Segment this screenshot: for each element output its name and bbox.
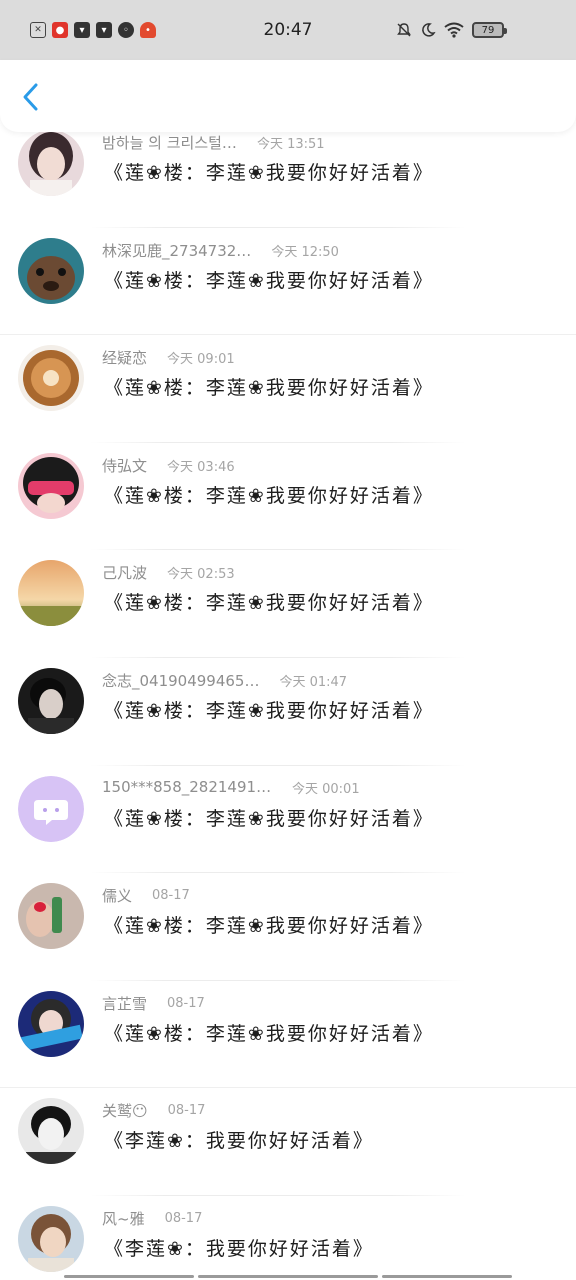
list-item[interactable]: 言芷雪 08-17 《莲❀楼：李莲❀我要你好好活着》 [0, 981, 576, 1089]
chevron-left-icon [23, 83, 38, 111]
home-indicator [382, 1275, 512, 1278]
list-item[interactable]: 밤하늘 의 크리스털… 今天 13:51 《莲❀楼：李莲❀我要你好好活着》 [0, 120, 576, 228]
timestamp: 今天 09:01 [167, 352, 235, 368]
notification-icon: ▾ [96, 22, 112, 38]
wifi-icon [444, 22, 464, 38]
message-preview: 《莲❀楼：李莲❀我要你好好活着》 [104, 484, 434, 507]
list-item[interactable]: 己凡波 今天 02:53 《莲❀楼：李莲❀我要你好好活着》 [0, 550, 576, 658]
avatar[interactable] [18, 990, 84, 1057]
sender-name: 风~雅 [102, 1209, 145, 1228]
avatar[interactable] [18, 130, 84, 196]
list-item[interactable]: 林深见鹿_2734732… 今天 12:50 《莲❀楼：李莲❀我要你好好活着》 [0, 228, 576, 336]
message-preview: 《李莲❀：我要你好好活着》 [104, 1130, 374, 1153]
sender-name: 儒义 [102, 887, 133, 906]
status-bar: ✕ ● ▾ ▾ ◦ • 20:47 79 [0, 0, 576, 60]
avatar[interactable] [18, 345, 84, 412]
sim-icon: ✕ [30, 22, 46, 38]
timestamp: 08-17 [167, 995, 205, 1011]
avatar[interactable] [18, 1205, 84, 1272]
list-item[interactable]: 经疑恋 今天 09:01 《莲❀楼：李莲❀我要你好好活着》 [0, 335, 576, 443]
message-preview: 《莲❀楼：李莲❀我要你好好活着》 [104, 592, 434, 615]
sender-name: 150***858_2821491795 [102, 778, 272, 797]
timestamp: 今天 02:53 [167, 567, 235, 583]
timestamp: 今天 01:47 [279, 674, 348, 690]
list-item[interactable]: 儒义 08-17 《莲❀楼：李莲❀我要你好好活着》 [0, 873, 576, 981]
back-button[interactable] [14, 80, 48, 114]
header [0, 60, 576, 132]
timestamp: 今天 12:50 [271, 244, 339, 260]
avatar[interactable] [18, 883, 84, 950]
mute-icon [397, 23, 411, 37]
list-item[interactable]: 风~雅 08-17 《李莲❀：我要你好好活着》 [0, 1196, 576, 1280]
message-preview: 《莲❀楼：李莲❀我要你好好活着》 [104, 1022, 434, 1045]
sender-name: 言芷雪 [102, 994, 148, 1013]
message-preview: 《莲❀楼：李莲❀我要你好好活着》 [104, 162, 434, 184]
sender-name: 关鹫😶 [102, 1102, 148, 1121]
message-list: 밤하늘 의 크리스털… 今天 13:51 《莲❀楼：李莲❀我要你好好活着》 林深… [0, 120, 576, 1280]
timestamp: 08-17 [164, 1210, 203, 1226]
sender-name: 밤하늘 의 크리스털… [102, 134, 237, 152]
avatar[interactable] [18, 667, 84, 734]
battery-level: 79 [481, 24, 495, 36]
avatar[interactable] [18, 775, 84, 842]
list-item[interactable]: 侍弘文 今天 03:46 《莲❀楼：李莲❀我要你好好活着》 [0, 443, 576, 551]
wechat-icon: ◦ [118, 22, 134, 38]
app-icon: • [140, 22, 156, 38]
app-icon: ● [52, 22, 68, 38]
timestamp: 今天 00:01 [292, 781, 360, 797]
moon-icon [422, 23, 436, 37]
avatar[interactable] [18, 1098, 84, 1165]
status-left-icons: ✕ ● ▾ ▾ ◦ • [30, 22, 156, 38]
notification-icon: ▾ [74, 22, 90, 38]
home-indicator [198, 1275, 378, 1278]
sender-name: 侍弘文 [102, 456, 148, 475]
battery-icon: 79 [472, 22, 507, 38]
status-right-icons: 79 [396, 0, 507, 60]
message-preview: 《莲❀楼：李莲❀我要你好好活着》 [104, 915, 434, 938]
message-preview: 《莲❀楼：李莲❀我要你好好活着》 [104, 699, 434, 722]
home-indicator [64, 1275, 194, 1278]
avatar[interactable] [18, 237, 84, 304]
message-preview: 《莲❀楼：李莲❀我要你好好活着》 [104, 377, 434, 400]
avatar[interactable] [18, 560, 84, 627]
message-preview: 《莲❀楼：李莲❀我要你好好活着》 [104, 807, 434, 830]
sender-name: 林深见鹿_2734732… [102, 241, 252, 260]
message-preview: 《李莲❀：我要你好好活着》 [104, 1237, 374, 1260]
sender-name: 经疑恋 [102, 349, 148, 368]
timestamp: 今天 13:51 [256, 137, 325, 152]
avatar[interactable] [18, 452, 84, 519]
sender-name: 念志_04190499465… [102, 671, 260, 690]
list-item[interactable]: 150***858_2821491795 今天 00:01 《莲❀楼：李莲❀我要… [0, 766, 576, 874]
timestamp: 08-17 [167, 1103, 206, 1119]
list-item[interactable]: 关鹫😶 08-17 《李莲❀：我要你好好活着》 [0, 1088, 576, 1196]
timestamp: 08-17 [152, 888, 190, 904]
timestamp: 今天 03:46 [167, 459, 235, 475]
list-item[interactable]: 念志_04190499465… 今天 01:47 《莲❀楼：李莲❀我要你好好活着… [0, 658, 576, 766]
sender-name: 己凡波 [102, 564, 148, 583]
message-preview: 《莲❀楼：李莲❀我要你好好活着》 [104, 269, 434, 292]
